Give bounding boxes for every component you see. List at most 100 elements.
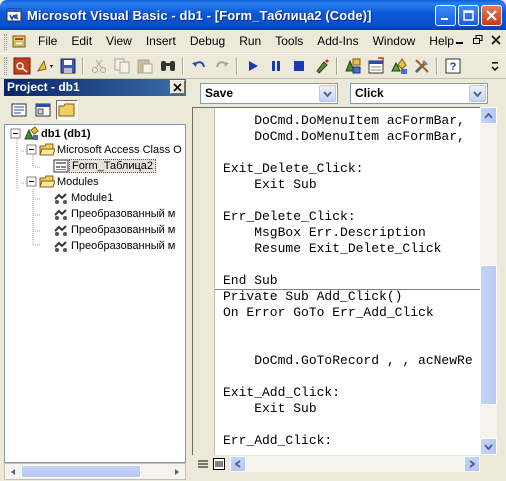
access-view-icon[interactable]	[11, 34, 29, 50]
code-vertical-scrollbar[interactable]	[480, 107, 497, 455]
menu-file[interactable]: File	[31, 30, 64, 53]
menu-grip[interactable]	[4, 33, 7, 50]
tree-item-converted-module-3[interactable]: Преобразованный м	[53, 238, 177, 254]
code-line[interactable]: DoCmd.DoMenuItem acFormBar,	[223, 113, 473, 129]
scroll-down-button[interactable]	[480, 438, 497, 455]
toggle-folders-button[interactable]	[56, 100, 78, 120]
undo-icon	[191, 61, 205, 68]
scroll-right-button[interactable]	[464, 456, 480, 472]
code-line[interactable]: MsgBox Err.Description	[223, 225, 473, 241]
title-bar: Microsoft Visual Basic - db1 - [Form_Таб…	[0, 0, 506, 30]
project-horizontal-scrollbar[interactable]	[4, 463, 186, 480]
code-line[interactable]	[223, 193, 473, 209]
scroll-left-button[interactable]	[230, 456, 246, 472]
code-line[interactable]	[223, 321, 473, 337]
code-line[interactable]: Exit_Add_Click:	[223, 385, 473, 401]
tree-item-converted-module-1[interactable]: Преобразованный м	[53, 206, 177, 222]
close-button[interactable]	[481, 5, 502, 26]
menu-insert[interactable]: Insert	[139, 30, 183, 53]
redo-button[interactable]	[210, 55, 233, 77]
procedure-combo-dropdown[interactable]	[469, 85, 486, 102]
tree-label-converted-module-1: Преобразованный м	[71, 208, 176, 220]
object-combo[interactable]: Save	[200, 83, 338, 104]
menu-tools[interactable]: Tools	[268, 30, 310, 53]
find-button[interactable]	[156, 55, 179, 77]
menu-debug[interactable]: Debug	[183, 30, 232, 53]
tree-item-access-class-objects[interactable]: Microsoft Access Class O	[39, 142, 184, 158]
code-lines[interactable]: DoCmd.DoMenuItem acFormBar, DoCmd.DoMenu…	[223, 113, 473, 449]
code-line[interactable]	[223, 369, 473, 385]
code-line[interactable]	[223, 257, 473, 273]
menu-window[interactable]: Window	[366, 30, 423, 53]
code-line[interactable]	[223, 145, 473, 161]
code-line[interactable]: Exit Sub	[223, 177, 473, 193]
cut-button[interactable]	[87, 55, 110, 77]
menu-add-ins[interactable]: Add-Ins	[310, 30, 365, 53]
code-horizontal-scrollbar[interactable]	[230, 456, 480, 472]
tree-item-converted-module-2[interactable]: Преобразованный м	[53, 222, 177, 238]
mdi-close-button[interactable]	[490, 33, 502, 47]
design-mode-button[interactable]	[310, 55, 333, 77]
binoculars-icon	[160, 61, 175, 71]
full-module-view-button[interactable]	[211, 456, 226, 471]
mdi-minimize-button[interactable]	[454, 33, 466, 47]
project-close-button[interactable]	[170, 80, 185, 94]
save-button[interactable]	[56, 55, 79, 77]
insert-object-button[interactable]	[33, 55, 56, 77]
run-button[interactable]	[241, 55, 264, 77]
minimize-button[interactable]	[435, 5, 456, 26]
copy-button[interactable]	[110, 55, 133, 77]
project-scroll-thumb[interactable]	[21, 465, 141, 478]
tree-item-form-table2[interactable]: Form_Таблица2	[53, 158, 157, 174]
object-browser-icon	[390, 58, 407, 74]
code-margin-indicator-bar[interactable]	[193, 108, 215, 455]
menu-edit[interactable]: Edit	[64, 30, 99, 53]
stop-icon	[293, 61, 304, 71]
properties-window-button[interactable]	[364, 55, 387, 77]
code-editor[interactable]: DoCmd.DoMenuItem acFormBar, DoCmd.DoMenu…	[192, 107, 480, 455]
code-line[interactable]: Exit_Delete_Click:	[223, 161, 473, 177]
tree-item-module1[interactable]: Module1	[53, 190, 115, 206]
code-line[interactable]: Err_Delete_Click:	[223, 209, 473, 225]
toolbar-options-button[interactable]	[490, 59, 500, 76]
object-browser-button[interactable]	[387, 55, 410, 77]
scroll-right-button[interactable]	[169, 464, 185, 479]
chevron-down-icon	[491, 62, 499, 72]
procedure-view-button[interactable]	[195, 456, 210, 471]
menu-run[interactable]: Run	[232, 30, 268, 53]
code-line[interactable]: Private Sub Add_Click()	[223, 289, 473, 305]
view-access-button[interactable]	[10, 55, 33, 77]
code-line[interactable]	[223, 337, 473, 353]
toolbox-button[interactable]	[410, 55, 433, 77]
paste-button[interactable]	[133, 55, 156, 77]
undo-button[interactable]	[187, 55, 210, 77]
code-line[interactable]: On Error GoTo Err_Add_Click	[223, 305, 473, 321]
tree-item-modules[interactable]: Modules	[39, 174, 101, 190]
scroll-up-button[interactable]	[480, 107, 497, 124]
procedure-combo[interactable]: Click	[350, 83, 488, 104]
toolbar-grip[interactable]	[4, 57, 7, 75]
reset-button[interactable]	[287, 55, 310, 77]
object-combo-dropdown[interactable]	[319, 85, 336, 102]
tree-item-project-root[interactable]: db1 (db1)	[23, 126, 93, 142]
code-line[interactable]	[223, 417, 473, 433]
vb-app-icon[interactable]	[6, 7, 22, 23]
view-code-button[interactable]	[8, 100, 30, 120]
code-scroll-thumb[interactable]	[480, 265, 497, 405]
mdi-restore-button[interactable]	[472, 33, 484, 47]
code-line[interactable]: End Sub	[223, 273, 473, 289]
scroll-left-button[interactable]	[5, 464, 21, 479]
code-line[interactable]: Exit Sub	[223, 401, 473, 417]
code-line[interactable]: DoCmd.GoToRecord , , acNewRe	[223, 353, 472, 369]
code-line[interactable]: Resume Exit_Delete_Click	[223, 241, 473, 257]
menu-view[interactable]: View	[99, 30, 139, 53]
code-line[interactable]: DoCmd.DoMenuItem acFormBar,	[223, 129, 473, 145]
maximize-button[interactable]	[458, 5, 479, 26]
help-button[interactable]: ?	[441, 55, 464, 77]
tree-label-converted-module-3: Преобразованный м	[71, 240, 176, 252]
break-button[interactable]	[264, 55, 287, 77]
view-object-button[interactable]	[32, 100, 54, 120]
form-icon	[53, 159, 69, 173]
code-line[interactable]: Err_Add_Click:	[223, 433, 473, 449]
project-explorer-button[interactable]	[341, 55, 364, 77]
